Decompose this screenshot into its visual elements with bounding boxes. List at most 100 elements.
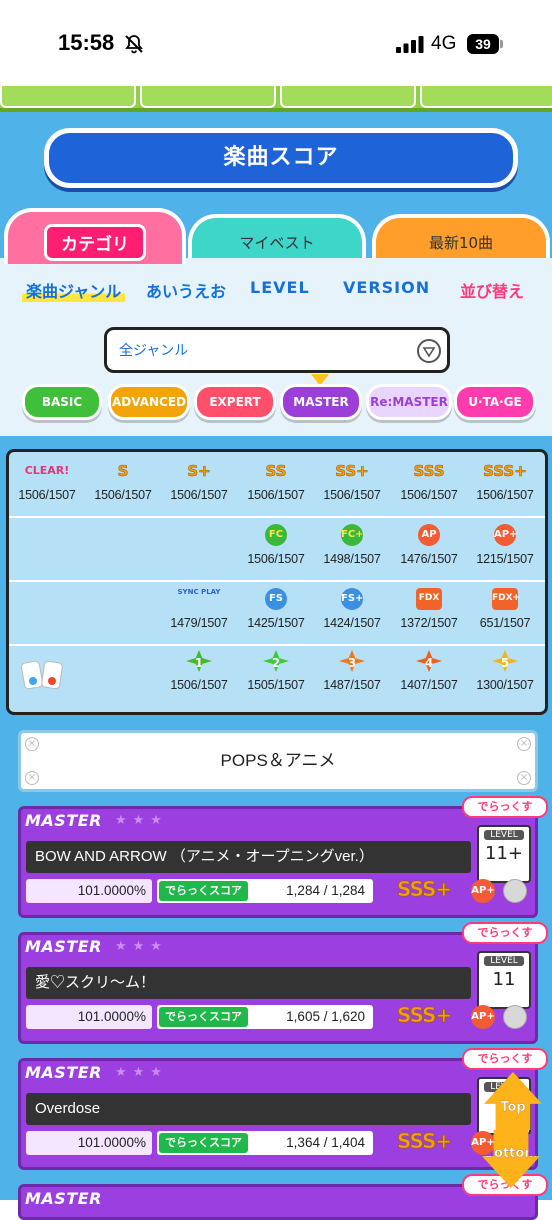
stat-value: 1300/1507	[476, 678, 534, 692]
rank-ss-badge-icon: SS	[265, 462, 287, 481]
genre-section-title: POPS＆アニメ	[220, 751, 336, 770]
corner-decoration-icon: ×	[517, 737, 531, 751]
stat-value: 1505/1507	[247, 678, 305, 692]
rank-sssplus-icon: SSS+	[397, 1129, 453, 1154]
sort-order-link[interactable]: 並び替え	[460, 278, 524, 302]
battery-tip	[500, 40, 503, 48]
chevron-down-icon	[417, 339, 441, 363]
stat-cell: AP 1476/1507	[391, 516, 467, 580]
applus-icon: AP+	[471, 1131, 495, 1155]
stat-cell: CLEAR! 1506/1507	[9, 452, 85, 516]
top-nav-tab-3[interactable]	[280, 86, 416, 108]
dx-score: でらっくスコア 1,284 / 1,284	[157, 879, 373, 903]
top-nav-tab-1[interactable]	[0, 86, 136, 108]
stat-value: 1506/1507	[247, 552, 305, 566]
level-box: LEVEL 11	[477, 951, 531, 1009]
difficulty-remaster-button[interactable]: Re:MASTER	[366, 384, 452, 420]
top-nav-tab-4[interactable]	[420, 86, 552, 108]
difficulty-master-button[interactable]: MASTER	[280, 384, 362, 420]
level-label: LEVEL	[484, 956, 524, 966]
song-card[interactable]: MASTER ★★★ 愛♡スクリ～ム！ LEVEL 11 101.0000% でら…	[18, 932, 538, 1044]
difficulty-utage-button[interactable]: U·TA·GE	[454, 384, 536, 420]
genre-select[interactable]: 全ジャンル	[104, 327, 450, 373]
stat-cell: FDX+ 651/1507	[467, 580, 543, 644]
rank-sssplus-badge-icon: SSS+	[483, 462, 527, 481]
stat-value: 1424/1507	[323, 616, 381, 630]
difficulty-basic-button[interactable]: BASIC	[22, 384, 102, 420]
song-title: 愛♡スクリ～ム！	[26, 967, 471, 999]
sort-level-link[interactable]: LEVEL	[250, 278, 310, 297]
stats-star-row: 1 1506/1507 2 1505/1507 3 1487/1507 4 1407/1…	[9, 644, 545, 708]
stat-value: 1506/1507	[170, 678, 228, 692]
level-label: LEVEL	[484, 830, 524, 840]
genre-select-value: 全ジャンル	[119, 343, 189, 359]
stat-cell: 3 1487/1507	[314, 644, 390, 708]
stat-cell: 2 1505/1507	[238, 644, 314, 708]
tab-mybest[interactable]: マイベスト	[188, 214, 366, 264]
stat-value: 1425/1507	[247, 616, 305, 630]
tab-latest[interactable]: 最新10曲	[372, 214, 550, 264]
page-header: 楽曲スコア	[44, 128, 518, 188]
status-bar: 15:58 4G 39	[0, 0, 552, 86]
difficulty-label: MASTER	[25, 811, 102, 830]
stats-sync-row: SYNC PLAY 1479/1507 FS 1425/1507 FS+ 1424/1…	[9, 580, 545, 646]
stat-value: 1498/1507	[323, 552, 381, 566]
song-card[interactable]: MASTER ★★★ Overdose LEVEL 101.0000% でらっく…	[18, 1058, 538, 1170]
level-box: LEVEL 11+	[477, 825, 531, 883]
dx-score: でらっくスコア 1,364 / 1,404	[157, 1131, 373, 1155]
stat-cell: AP+ 1215/1507	[467, 516, 543, 580]
decor-stars-icon: ★★★	[115, 939, 168, 954]
dx-score-value: 1,364 / 1,404	[286, 1135, 365, 1150]
achievement-value: 101.0000%	[26, 1005, 152, 1029]
network-type: 4G	[431, 33, 457, 54]
sort-aiueo-link[interactable]: あいうえお	[146, 278, 226, 302]
fcplus-badge-icon: FC+	[341, 524, 364, 546]
dx-score-label: でらっくスコア	[159, 1133, 248, 1153]
stat-cell: SS+ 1506/1507	[314, 452, 390, 516]
corner-decoration-icon: ×	[25, 737, 39, 751]
corner-decoration-icon: ×	[517, 771, 531, 785]
stat-value: 1479/1507	[170, 616, 228, 630]
stat-cell: FS+ 1424/1507	[314, 580, 390, 644]
dx-score-value: 1,284 / 1,284	[286, 883, 365, 898]
stat-value: 1506/1507	[247, 488, 305, 502]
song-card[interactable]: MASTER	[18, 1184, 538, 1220]
achievement-value: 101.0000%	[26, 879, 152, 903]
fdx-badge-icon: FDX	[416, 588, 442, 610]
sort-version-link[interactable]: VERSION	[343, 278, 430, 297]
difficulty-label: MASTER	[25, 1189, 102, 1208]
stat-value: 1506/1507	[18, 488, 76, 502]
rank-s-badge-icon: S	[117, 462, 129, 481]
ap-badge-icon: AP	[418, 524, 440, 546]
stat-cell: S 1506/1507	[85, 452, 161, 516]
tab-label: カテゴリ	[44, 224, 146, 261]
sync-empty-icon	[503, 1005, 527, 1029]
dx-star-1-icon: 1	[186, 650, 212, 672]
stat-value: 1506/1507	[323, 488, 381, 502]
stat-value: 1506/1507	[170, 488, 228, 502]
stat-value: 1506/1507	[400, 488, 458, 502]
stat-cell: FC+ 1498/1507	[314, 516, 390, 580]
stat-value: 1215/1507	[476, 552, 534, 566]
rank-sssplus-icon: SSS+	[397, 1003, 453, 1028]
top-nav	[0, 86, 552, 112]
fs-badge-icon: FS	[265, 588, 287, 610]
song-card[interactable]: MASTER ★★★ BOW AND ARROW （アニメ・オープニングver.…	[18, 806, 538, 918]
stat-cell: SYNC PLAY 1479/1507	[161, 580, 237, 644]
stat-cell: 1 1506/1507	[161, 644, 237, 708]
dx-score-label: でらっくスコア	[159, 881, 248, 901]
stat-value: 651/1507	[479, 616, 531, 630]
tab-category[interactable]: カテゴリ	[4, 208, 186, 264]
difficulty-expert-button[interactable]: EXPERT	[194, 384, 276, 420]
sort-genre-link[interactable]: 楽曲ジャンル	[22, 278, 126, 302]
difficulty-advanced-button[interactable]: ADVANCED	[108, 384, 190, 420]
dx-score-label: でらっくスコア	[159, 1007, 248, 1027]
clear-badge-icon: CLEAR!	[24, 464, 70, 477]
mascot-icon	[21, 660, 63, 690]
difficulty-label: MASTER	[25, 1063, 102, 1082]
top-nav-tab-2[interactable]	[140, 86, 276, 108]
page-title: 楽曲スコア	[223, 145, 339, 170]
fc-badge-icon: FC	[265, 524, 287, 546]
tab-label: 最新10曲	[428, 234, 494, 252]
level-value: 11+	[485, 843, 523, 864]
